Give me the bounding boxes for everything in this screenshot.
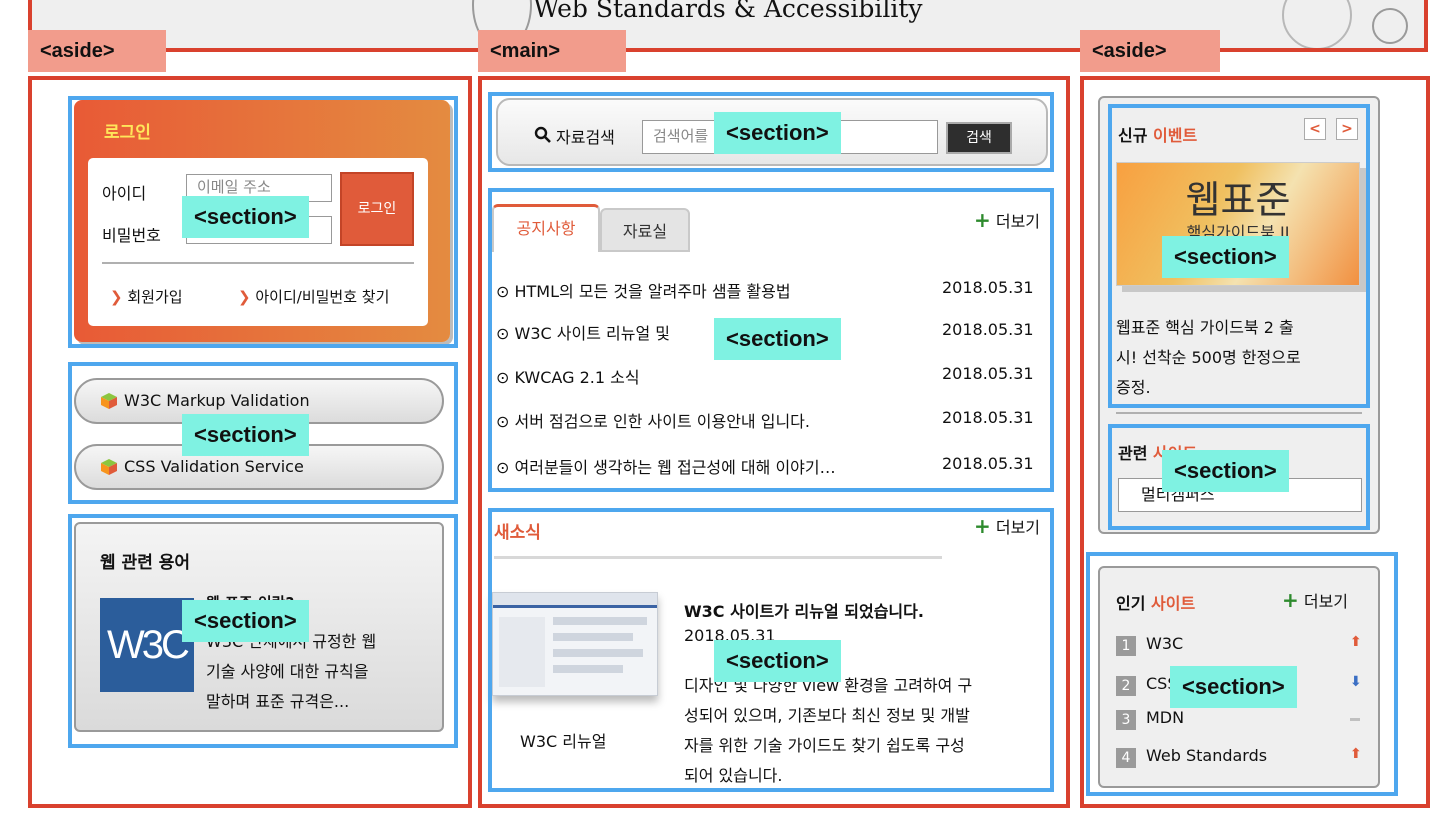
site-title: Web Standards & Accessibility [533,0,923,23]
section-tag: <section> [714,318,841,360]
main-tag: <main> [478,30,626,72]
section-tag: <section> [182,600,309,642]
section-tag: <section> [714,640,841,682]
aside-tag: <aside> [28,30,166,72]
section-tag: <section> [182,414,309,456]
section-tag: <section> [182,196,309,238]
aside-tag: <aside> [1080,30,1220,72]
section-tag: <section> [1162,236,1289,278]
section-tag: <section> [1170,666,1297,708]
divider [1116,412,1362,414]
section-tag: <section> [714,112,841,154]
section-tag: <section> [1162,450,1289,492]
